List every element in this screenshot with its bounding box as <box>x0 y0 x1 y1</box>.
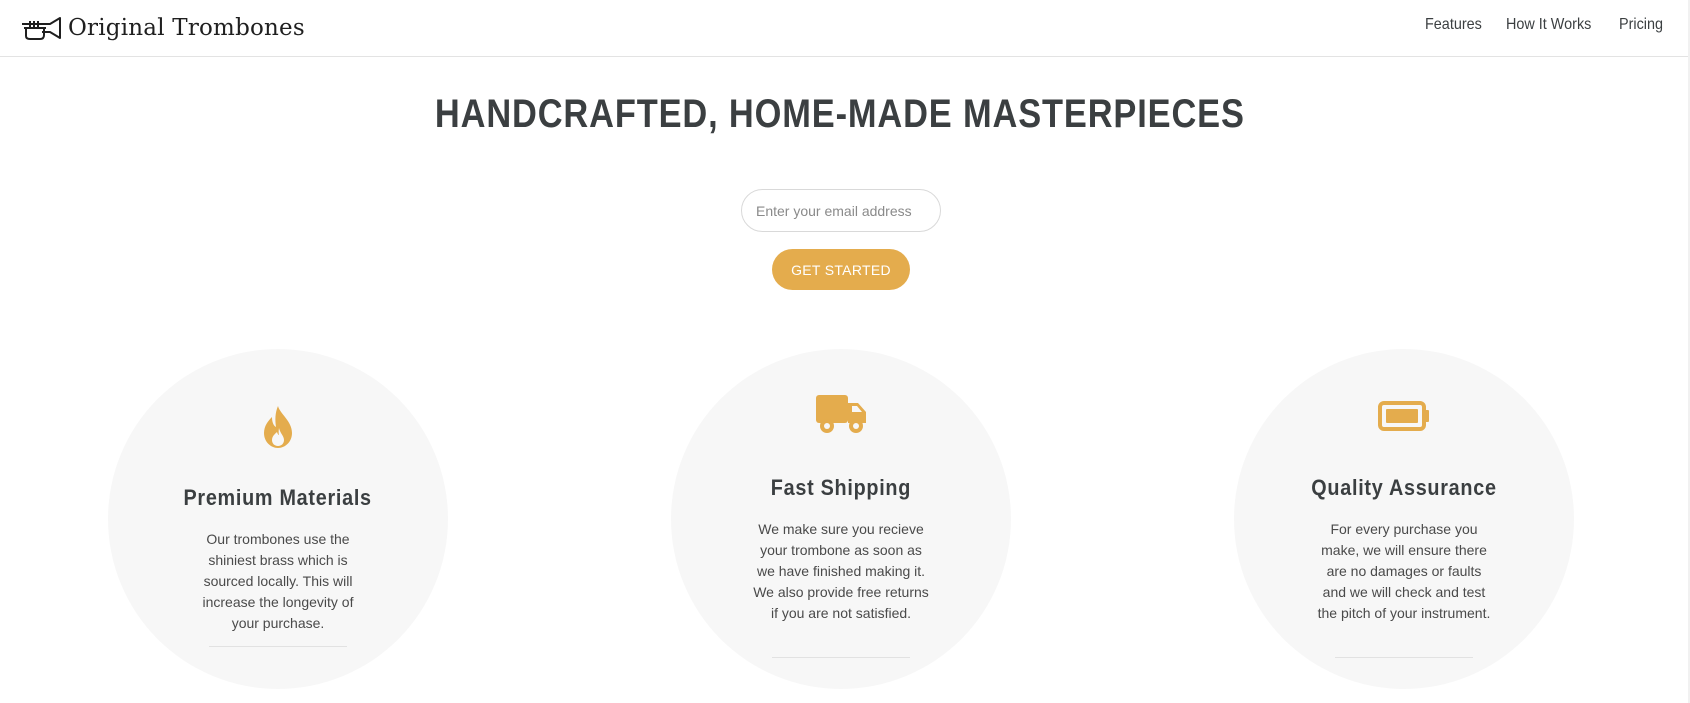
feature-title: Fast Shipping <box>671 475 1011 501</box>
feature-title: Quality Assurance <box>1234 475 1574 501</box>
feature-description: Our trombones use the shiniest brass whi… <box>202 531 354 631</box>
nav-pricing[interactable]: Pricing <box>1619 16 1663 34</box>
feature-premium-materials: Premium Materials Our trombones use the … <box>108 349 448 689</box>
brand[interactable]: Original Trombones <box>20 8 305 48</box>
divider <box>1335 657 1473 658</box>
feature-title-text: Premium Materials <box>183 485 373 510</box>
feature-description: For every purchase you make, we will ens… <box>1317 521 1491 621</box>
hero-title: HANDCRAFTED, HOME-MADE MASTERPIECES <box>0 92 1680 137</box>
nav-features[interactable]: Features <box>1425 16 1482 34</box>
email-input[interactable] <box>741 189 941 232</box>
divider <box>772 657 910 658</box>
feature-fast-shipping: Fast Shipping We make sure you recieve y… <box>671 349 1011 689</box>
feature-title-text: Fast Shipping <box>770 475 912 500</box>
battery-icon <box>1378 401 1429 431</box>
get-started-button[interactable]: GET STARTED <box>772 249 910 290</box>
feature-title-text: Quality Assurance <box>1311 475 1497 500</box>
site-header: Original Trombones Features How It Works… <box>0 0 1690 57</box>
nav-how-it-works[interactable]: How It Works <box>1506 16 1591 34</box>
truck-icon <box>816 395 866 433</box>
feature-quality-assurance: Quality Assurance For every purchase you… <box>1234 349 1574 689</box>
divider <box>209 646 347 647</box>
main-nav: Features How It Works Pricing <box>1425 16 1668 34</box>
trumpet-icon <box>22 17 61 40</box>
feature-description: We make sure you recieve your trombone a… <box>753 521 929 621</box>
fire-icon <box>264 406 292 448</box>
feature-title: Premium Materials <box>108 485 448 511</box>
hero-title-text: HANDCRAFTED, HOME-MADE MASTERPIECES <box>435 92 1245 136</box>
brand-name: Original Trombones <box>68 15 305 41</box>
